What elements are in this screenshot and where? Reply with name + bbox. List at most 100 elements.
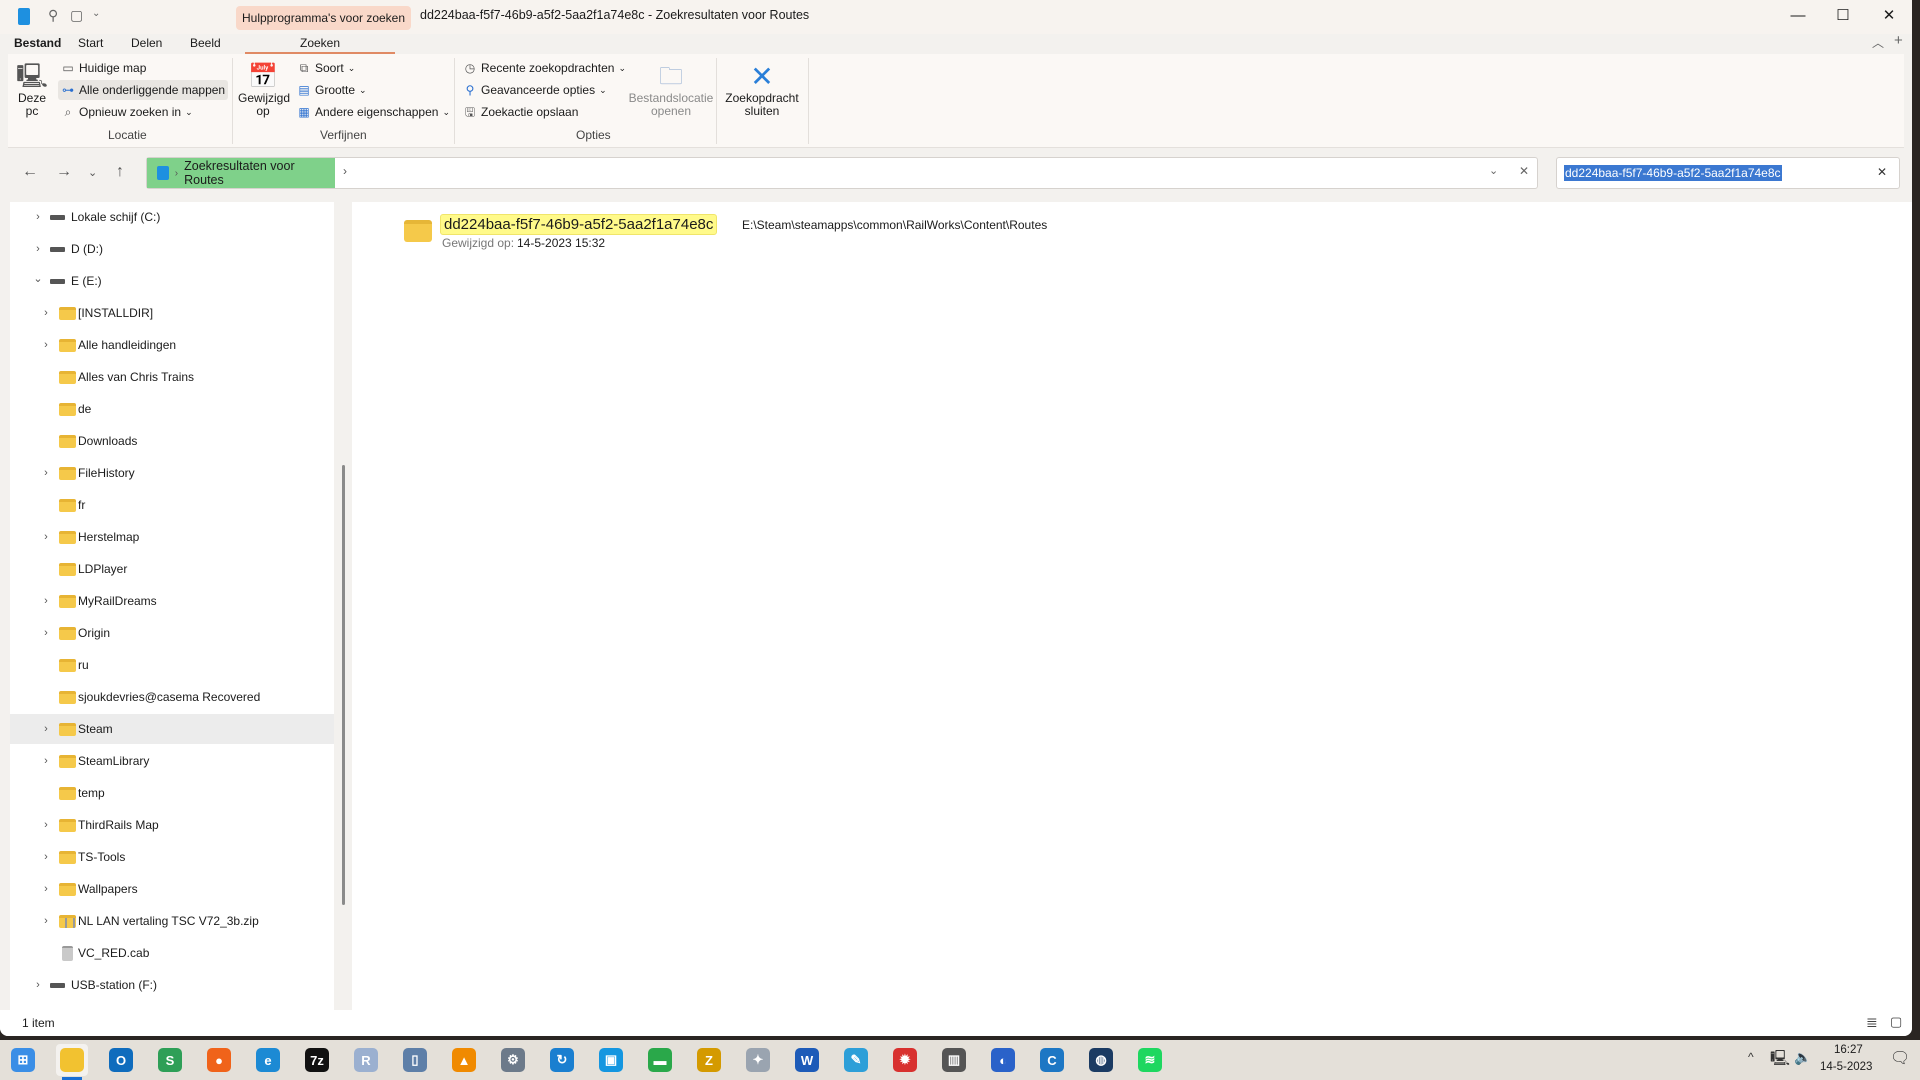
- open-file-location-button[interactable]: 🗀 Bestandslocatie openen: [626, 62, 716, 118]
- advanced-options-button[interactable]: ⚲ Geavanceerde opties ⌄: [460, 80, 610, 100]
- search-input[interactable]: dd224baa-f5f7-46b9-a5f2-5aa2f1a74e8c ✕: [1556, 157, 1900, 189]
- kind-button[interactable]: ⧉ Soort ⌄: [294, 58, 358, 78]
- collapse-ribbon-icon[interactable]: ︿: [1872, 34, 1884, 51]
- nav-scrollbar[interactable]: [342, 465, 345, 905]
- chevron-right-icon[interactable]: ›: [40, 307, 52, 319]
- taskbar-filezilla[interactable]: Z: [693, 1044, 725, 1076]
- taskbar-spotify[interactable]: ≋: [1134, 1044, 1166, 1076]
- tree-item[interactable]: temp: [10, 778, 334, 808]
- clear-search-icon[interactable]: ✕: [1877, 165, 1887, 179]
- tree-item[interactable]: › TS-Tools: [10, 842, 334, 872]
- tab-bestand[interactable]: Bestand: [14, 34, 61, 52]
- back-arrow-icon[interactable]: ←: [22, 163, 38, 181]
- close-search-button[interactable]: ✕ Zoekopdracht sluiten: [720, 62, 804, 118]
- tree-item[interactable]: › Origin: [10, 618, 334, 648]
- forward-arrow-icon[interactable]: →: [56, 163, 72, 181]
- tree-item[interactable]: › D (D:): [10, 234, 334, 264]
- taskbar-vlc[interactable]: ▲: [448, 1044, 480, 1076]
- tree-item[interactable]: › [INSTALLDIR]: [10, 298, 334, 328]
- new-folder-icon[interactable]: ▢: [70, 7, 83, 24]
- up-arrow-icon[interactable]: ↑: [116, 163, 124, 181]
- recent-searches-button[interactable]: ◷ Recente zoekopdrachten ⌄: [460, 58, 629, 78]
- clear-address-icon[interactable]: ✕: [1519, 164, 1529, 178]
- show-hidden-icons-icon[interactable]: ^: [1748, 1050, 1754, 1064]
- chevron-right-icon[interactable]: ›: [40, 595, 52, 607]
- chevron-right-icon[interactable]: ›: [40, 467, 52, 479]
- taskbar-app-flag[interactable]: ▬: [644, 1044, 676, 1076]
- tree-item[interactable]: Downloads: [10, 426, 334, 456]
- help-plus-icon[interactable]: +: [1894, 32, 1903, 49]
- tree-item[interactable]: › NL LAN vertaling TSC V72_3b.zip: [10, 906, 334, 936]
- taskbar-rail-app[interactable]: R: [350, 1044, 382, 1076]
- size-button[interactable]: ▤ Grootte ⌄: [294, 80, 370, 100]
- tree-item[interactable]: › Steam: [10, 714, 334, 744]
- date-modified-button[interactable]: 📅 Gewijzigd op: [238, 62, 290, 118]
- taskbar-tool[interactable]: ✦: [742, 1044, 774, 1076]
- search-again-in-button[interactable]: ⌕ Opnieuw zoeken in ⌄: [58, 102, 196, 122]
- taskbar-red-app[interactable]: ✹: [889, 1044, 921, 1076]
- this-pc-button[interactable]: 🖳 Deze pc: [14, 62, 50, 118]
- chevron-right-icon[interactable]: ›: [40, 851, 52, 863]
- tree-item[interactable]: ⌄ E (E:): [10, 266, 334, 296]
- minimize-button[interactable]: —: [1775, 0, 1821, 34]
- details-view-icon[interactable]: ≣: [1866, 1014, 1878, 1031]
- tree-item[interactable]: Alles van Chris Trains: [10, 362, 334, 392]
- tab-delen[interactable]: Delen: [131, 34, 162, 52]
- chevron-right-icon[interactable]: ›: [40, 755, 52, 767]
- breadcrumb-item[interactable]: Zoekresultaten voor Routes: [184, 159, 335, 187]
- chevron-right-icon[interactable]: ›: [40, 915, 52, 927]
- taskbar-store[interactable]: ▣: [595, 1044, 627, 1076]
- clock-date[interactable]: 14-5-2023: [1820, 1061, 1872, 1073]
- result-item[interactable]: dd224baa-f5f7-46b9-a5f2-5aa2f1a74e8c Gew…: [352, 202, 1552, 252]
- maximize-button[interactable]: ☐: [1820, 0, 1866, 34]
- chevron-right-icon[interactable]: ›: [32, 243, 44, 255]
- taskbar-7zip[interactable]: 7z: [301, 1044, 333, 1076]
- tab-beeld[interactable]: Beeld: [190, 34, 221, 52]
- tree-item[interactable]: › SteamLibrary: [10, 746, 334, 776]
- quick-access-dropdown-icon[interactable]: ⌄: [92, 8, 100, 19]
- tab-start[interactable]: Start: [78, 34, 103, 52]
- tab-zoeken[interactable]: Zoeken: [245, 34, 395, 54]
- chevron-right-icon[interactable]: ›: [40, 339, 52, 351]
- chevron-right-icon[interactable]: ›: [32, 979, 44, 991]
- chevron-right-icon[interactable]: ›: [40, 531, 52, 543]
- taskbar-file-explorer[interactable]: [56, 1044, 88, 1080]
- tree-item[interactable]: › FileHistory: [10, 458, 334, 488]
- taskbar-ccleaner[interactable]: C: [1036, 1044, 1068, 1076]
- chevron-right-icon[interactable]: ›: [40, 819, 52, 831]
- taskbar-firefox[interactable]: ●: [203, 1044, 235, 1076]
- chevron-right-icon[interactable]: ›: [343, 164, 347, 178]
- taskbar-notepad[interactable]: ▯: [399, 1044, 431, 1076]
- taskbar-settings[interactable]: ⚙: [497, 1044, 529, 1076]
- address-dropdown-icon[interactable]: ⌄: [1489, 164, 1498, 177]
- recent-locations-chevron-icon[interactable]: ⌄: [88, 166, 97, 179]
- chevron-right-icon[interactable]: ›: [40, 723, 52, 735]
- clock-time[interactable]: 16:27: [1834, 1044, 1863, 1056]
- tree-item[interactable]: fr: [10, 490, 334, 520]
- close-button[interactable]: ✕: [1866, 0, 1912, 34]
- tree-item[interactable]: › ThirdRails Map: [10, 810, 334, 840]
- taskbar-outlook[interactable]: O: [105, 1044, 137, 1076]
- tree-item[interactable]: sjoukdevries@casema Recovered: [10, 682, 334, 712]
- search-value[interactable]: dd224baa-f5f7-46b9-a5f2-5aa2f1a74e8c: [1564, 165, 1782, 181]
- tree-item[interactable]: › MyRailDreams: [10, 586, 334, 616]
- tree-item[interactable]: LDPlayer: [10, 554, 334, 584]
- chevron-right-icon[interactable]: ›: [40, 883, 52, 895]
- chevron-down-icon[interactable]: ⌄: [32, 272, 44, 285]
- tree-item[interactable]: › Alle handleidingen: [10, 330, 334, 360]
- large-icons-view-icon[interactable]: ▢: [1890, 1014, 1902, 1030]
- chevron-right-icon[interactable]: ›: [40, 627, 52, 639]
- taskbar-word[interactable]: W: [791, 1044, 823, 1076]
- taskbar-train[interactable]: ▥: [938, 1044, 970, 1076]
- tree-item[interactable]: › USB-station (F:): [10, 970, 334, 1000]
- save-search-button[interactable]: 🖫 Zoekactie opslaan: [460, 102, 581, 122]
- volume-icon[interactable]: 🔈: [1794, 1049, 1811, 1066]
- taskbar-sync[interactable]: ↻: [546, 1044, 578, 1076]
- taskbar-chrome-s[interactable]: S: [154, 1044, 186, 1076]
- properties-icon[interactable]: ⚲: [48, 7, 58, 24]
- chevron-right-icon[interactable]: ›: [32, 211, 44, 223]
- all-subfolders-button[interactable]: ⊶ Alle onderliggende mappen: [58, 80, 229, 100]
- tree-item[interactable]: › Wallpapers: [10, 874, 334, 904]
- notifications-icon[interactable]: 🗨: [1890, 1048, 1910, 1068]
- context-tab-search-tools[interactable]: Hulpprogramma's voor zoeken: [236, 6, 412, 30]
